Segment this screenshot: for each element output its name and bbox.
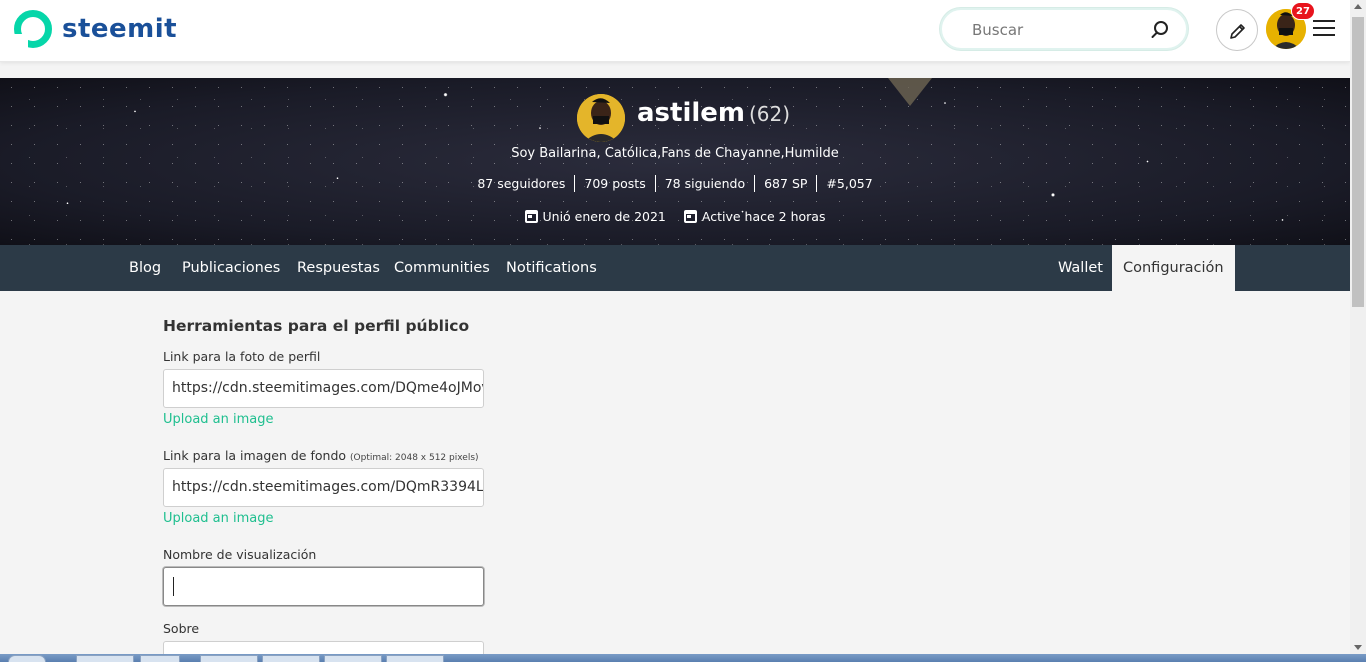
taskbar-item[interactable] xyxy=(324,655,382,662)
cover-image-label-text: Link para la imagen de fondo xyxy=(163,448,347,463)
cover-image-input[interactable]: https://cdn.steemitimages.com/DQmR3394L3 xyxy=(163,468,484,507)
tab-publicaciones[interactable]: Publicaciones xyxy=(171,245,291,291)
steemit-logo[interactable]: steemit xyxy=(14,10,177,48)
search-box[interactable] xyxy=(940,8,1188,50)
profile-image-input[interactable]: https://cdn.steemitimages.com/DQme4oJMov xyxy=(163,369,484,408)
stat-posts: 709 posts xyxy=(575,175,656,192)
scroll-up-arrow-icon[interactable] xyxy=(1354,4,1362,9)
section-title: Herramientas para el perfil público xyxy=(163,317,470,335)
search-input[interactable] xyxy=(972,19,1142,41)
stat-steem-power: 687 SP xyxy=(755,175,818,192)
about-input[interactable] xyxy=(163,641,484,654)
cover-decoration xyxy=(888,78,932,106)
tab-blog[interactable]: Blog xyxy=(118,245,172,291)
stat-rank: #5,057 xyxy=(826,176,873,191)
upload-profile-image-link[interactable]: Upload an image xyxy=(163,412,274,427)
tab-respuestas[interactable]: Respuestas xyxy=(286,245,391,291)
calendar-icon xyxy=(683,210,697,223)
pencil-icon xyxy=(1230,24,1245,39)
username-text: astilem xyxy=(637,98,745,128)
stat-following[interactable]: 78 siguiendo xyxy=(656,175,756,192)
profile-bio: Soy Bailarina, Católica,Fans de Chayanne… xyxy=(511,146,839,161)
search-icon[interactable] xyxy=(1150,20,1170,40)
top-header: steemit 27 xyxy=(0,0,1350,62)
profile-nav: Blog Publicaciones Respuestas Communitie… xyxy=(0,245,1350,291)
upload-cover-image-link[interactable]: Upload an image xyxy=(163,511,274,526)
tab-communities[interactable]: Communities xyxy=(383,245,501,291)
tab-wallet[interactable]: Wallet xyxy=(1047,245,1114,291)
os-taskbar xyxy=(0,654,1366,662)
taskbar-item[interactable] xyxy=(76,655,134,662)
joined-date: Unió enero de 2021 xyxy=(524,209,666,224)
display-name-label: Nombre de visualización xyxy=(163,547,317,562)
profile-cover: astilem (62) Soy Bailarina, Católica,Fans… xyxy=(0,78,1350,245)
joined-text: Unió enero de 2021 xyxy=(542,209,666,224)
active-text: Active hace 2 horas xyxy=(701,209,826,224)
profile-stats: 87 seguidores 709 posts 78 siguiendo 687… xyxy=(0,175,1350,192)
hamburger-menu-icon[interactable] xyxy=(1313,20,1335,38)
calendar-icon xyxy=(524,210,538,223)
reputation-score: (62) xyxy=(749,102,791,126)
submit-post-button[interactable] xyxy=(1216,9,1258,51)
taskbar-item[interactable] xyxy=(140,655,180,662)
about-label: Sobre xyxy=(163,621,200,636)
profile-avatar xyxy=(577,94,625,142)
tab-configuracion[interactable]: Configuración xyxy=(1112,245,1235,291)
taskbar-item[interactable] xyxy=(200,655,258,662)
text-caret xyxy=(173,577,174,596)
taskbar-item[interactable] xyxy=(386,655,444,662)
tab-notifications[interactable]: Notifications xyxy=(495,245,608,291)
taskbar-item[interactable] xyxy=(262,655,320,662)
cover-image-label: Link para la imagen de fondo (Optimal: 2… xyxy=(163,448,479,463)
cover-image-hint: (Optimal: 2048 x 512 pixels) xyxy=(350,453,479,463)
start-button[interactable] xyxy=(8,655,46,662)
profile-meta: Unió enero de 2021 Active hace 2 horas xyxy=(0,209,1350,224)
profile-image-label: Link para la foto de perfil xyxy=(163,349,321,364)
page-scrollbar[interactable] xyxy=(1350,0,1366,654)
stat-followers[interactable]: 87 seguidores xyxy=(468,175,576,192)
scroll-down-arrow-icon[interactable] xyxy=(1354,645,1362,650)
profile-username: astilem (62) xyxy=(637,98,790,128)
notification-badge[interactable]: 27 xyxy=(1291,2,1315,20)
profile-avatar-image-icon xyxy=(577,94,625,142)
last-active: Active hace 2 horas xyxy=(683,209,826,224)
scroll-thumb[interactable] xyxy=(1352,17,1364,307)
display-name-input[interactable] xyxy=(163,567,484,606)
steemit-logo-icon xyxy=(14,10,52,48)
logo-text: steemit xyxy=(62,14,178,44)
